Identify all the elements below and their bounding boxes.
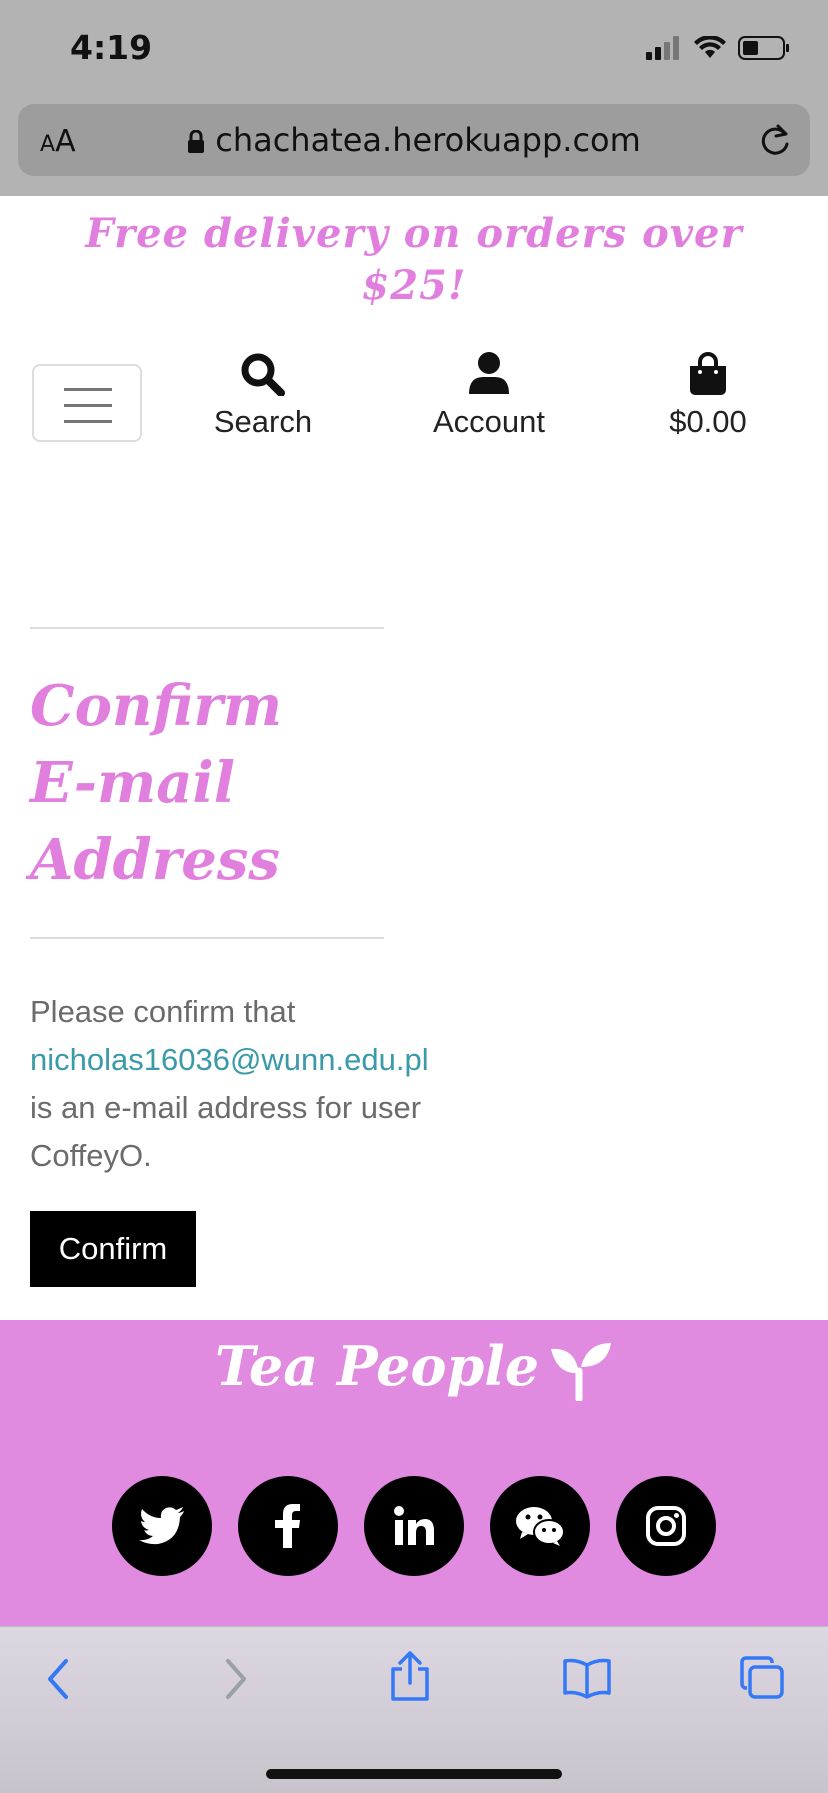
- page-title-line: E-mail: [30, 750, 236, 816]
- facebook-link[interactable]: [238, 1476, 338, 1576]
- home-indicator: [266, 1769, 562, 1779]
- tabs-icon[interactable]: [738, 1655, 786, 1701]
- linkedin-icon: [394, 1506, 434, 1545]
- lock-icon: [188, 130, 205, 153]
- instagram-link[interactable]: [616, 1476, 716, 1576]
- instagram-icon: [646, 1506, 686, 1546]
- wechat-link[interactable]: [490, 1476, 590, 1576]
- message-outro: is an e-mail address for user CoffeyO.: [30, 1090, 422, 1173]
- linkedin-link[interactable]: [364, 1476, 464, 1576]
- share-icon[interactable]: [388, 1651, 432, 1703]
- page-title-line: Confirm: [30, 673, 283, 739]
- menu-icon-bar: [64, 420, 112, 423]
- promo-banner: Free delivery on orders over $25!: [85, 210, 743, 309]
- footer-brand-text: Tea People: [214, 1334, 540, 1398]
- back-icon[interactable]: [44, 1657, 74, 1701]
- confirm-button[interactable]: Confirm: [30, 1211, 196, 1287]
- menu-icon: [64, 388, 112, 391]
- search-icon: [241, 353, 285, 396]
- menu-icon-bar: [64, 404, 112, 407]
- bookmarks-icon[interactable]: [562, 1657, 612, 1699]
- menu-toggle-button[interactable]: [32, 364, 142, 442]
- status-time: 4:19: [70, 28, 153, 67]
- signal-icon: [646, 36, 679, 60]
- wechat-icon: [516, 1507, 564, 1546]
- seedling-icon: [551, 1342, 612, 1403]
- facebook-icon: [275, 1504, 300, 1548]
- main-navbar: Search Account $0.00: [0, 352, 828, 452]
- message-intro: Please confirm that: [30, 994, 296, 1029]
- nav-account-label: Account: [432, 404, 545, 439]
- forward-icon[interactable]: [220, 1657, 250, 1701]
- email-link[interactable]: nicholas16036@wunn.edu.pl: [30, 1042, 429, 1077]
- divider-top: [30, 627, 384, 629]
- nav-search[interactable]: Search: [210, 352, 316, 440]
- footer-brand: Tea People: [0, 1334, 828, 1403]
- cart-total: $0.00: [669, 404, 747, 439]
- nav-account[interactable]: Account: [428, 352, 550, 440]
- battery-icon: [738, 36, 789, 60]
- twitter-link[interactable]: [112, 1476, 212, 1576]
- status-icons: [646, 36, 790, 60]
- wifi-icon: [694, 36, 726, 58]
- nav-cart[interactable]: $0.00: [666, 352, 750, 440]
- divider-bottom: [30, 937, 384, 939]
- nav-search-label: Search: [213, 404, 313, 439]
- reload-icon[interactable]: [758, 122, 792, 158]
- confirmation-message: Please confirm that nicholas16036@wunn.e…: [30, 988, 450, 1180]
- url-display[interactable]: chachatea.herokuapp.com: [18, 121, 810, 159]
- browser-toolbar: [0, 1626, 828, 1793]
- social-links: [112, 1476, 716, 1576]
- page-title-line: Address: [30, 827, 280, 893]
- shopping-bag-icon: [690, 352, 726, 395]
- url-text: chachatea.herokuapp.com: [215, 121, 641, 159]
- browser-chrome-top: 4:19 AA chachatea.herokuapp.com: [0, 0, 828, 196]
- page-title: Confirm E-mail Address: [30, 668, 282, 899]
- user-icon: [469, 352, 509, 394]
- address-bar[interactable]: AA chachatea.herokuapp.com: [18, 104, 810, 176]
- twitter-icon: [139, 1507, 184, 1545]
- site-footer: Tea People: [0, 1320, 828, 1626]
